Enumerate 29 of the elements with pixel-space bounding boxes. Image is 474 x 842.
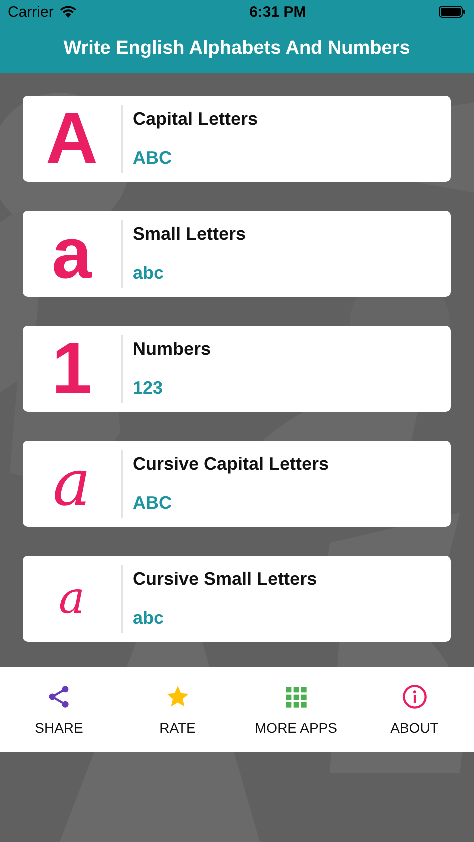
letter-glyph: a — [52, 218, 92, 290]
wifi-icon — [60, 6, 77, 18]
carrier-label: Carrier — [8, 4, 54, 20]
toolbar-button[interactable]: MORE APPS — [237, 684, 356, 736]
toolbar-button[interactable]: ABOUT — [356, 684, 474, 736]
battery-icon — [438, 6, 466, 18]
card-subtitle: abc — [133, 263, 166, 284]
clock: 6:31 PM — [248, 4, 306, 20]
toolbar-button[interactable]: RATE — [118, 684, 237, 736]
card-title: Numbers — [133, 339, 212, 360]
card-subtitle: 123 — [133, 378, 164, 399]
letter-glyph: a — [52, 452, 92, 516]
card-title: Cursive Capital Letters — [133, 454, 330, 475]
card-title: Small Letters — [133, 224, 246, 245]
toolbar-button[interactable]: SHARE — [0, 684, 118, 736]
menu-card[interactable]: 1 Numbers 123 — [23, 326, 451, 412]
menu-card[interactable]: a Cursive Small Letters abc — [23, 556, 451, 642]
letter-glyph: a — [58, 577, 86, 621]
menu-card[interactable]: a Small Letters abc — [23, 211, 451, 297]
card-subtitle: abc — [133, 608, 166, 629]
letter-glyph: 1 — [52, 333, 92, 405]
app-title: Write English Alphabets And Numbers — [64, 38, 410, 60]
menu-card[interactable]: A Capital Letters ABC — [23, 96, 451, 182]
card-title: Capital Letters — [133, 109, 258, 130]
menu-card[interactable]: a Cursive Capital Letters ABC — [23, 441, 451, 527]
letter-glyph: A — [46, 103, 98, 175]
card-subtitle: ABC — [133, 148, 173, 169]
card-title: Cursive Small Letters — [133, 569, 318, 590]
card-subtitle: ABC — [133, 493, 173, 514]
